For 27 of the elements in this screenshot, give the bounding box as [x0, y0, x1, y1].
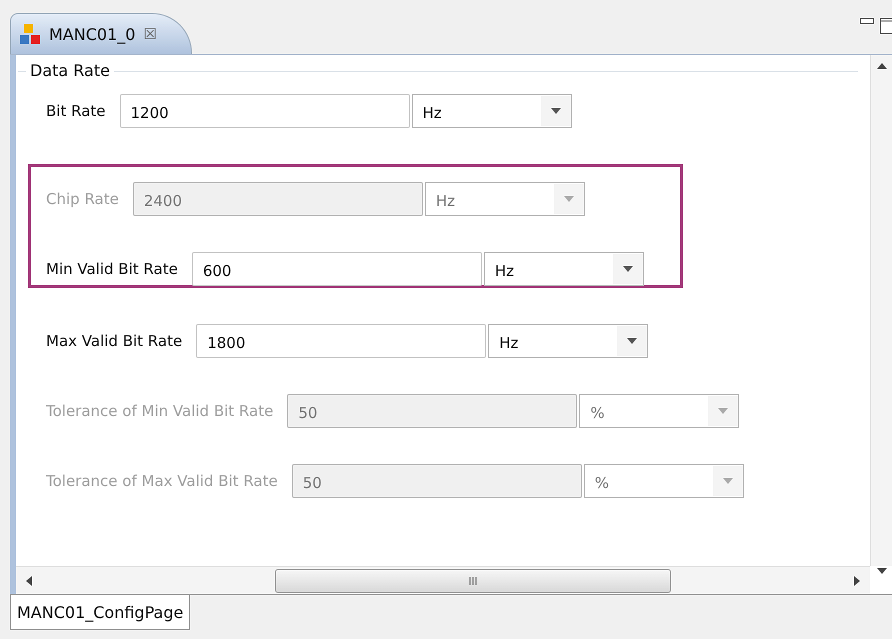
- scroll-up-icon[interactable]: [876, 63, 886, 69]
- editor-tab[interactable]: MANC01_0 ☒: [10, 13, 192, 54]
- tab-title: MANC01_0: [49, 24, 136, 44]
- maximize-icon[interactable]: [880, 18, 892, 34]
- scroll-down-icon[interactable]: [876, 568, 886, 574]
- field-label: Tolerance of Max Valid Bit Rate: [46, 472, 278, 490]
- value-field[interactable]: 1200: [120, 94, 410, 128]
- app-icon: [19, 23, 41, 45]
- unit-dropdown[interactable]: Hz: [488, 324, 648, 358]
- tab-close-button[interactable]: ☒: [143, 25, 157, 43]
- field-label: Max Valid Bit Rate: [46, 332, 182, 350]
- page-tab[interactable]: MANC01_ConfigPage: [10, 595, 190, 630]
- value-field[interactable]: 600: [192, 252, 482, 286]
- field-label: Chip Rate: [46, 190, 119, 208]
- dropdown-caret-icon[interactable]: [550, 108, 561, 114]
- unit-dropdown[interactable]: Hz: [484, 252, 644, 286]
- field-label: Bit Rate: [46, 102, 106, 120]
- scroll-right-icon[interactable]: [854, 576, 860, 586]
- value-field[interactable]: 1800: [196, 324, 486, 358]
- dropdown-caret-icon[interactable]: [627, 338, 638, 344]
- dropdown-caret-icon[interactable]: [622, 266, 633, 272]
- scrollbar-thumb[interactable]: [275, 568, 671, 592]
- field-label: Min Valid Bit Rate: [46, 260, 178, 278]
- scroll-left-icon[interactable]: [26, 576, 32, 586]
- unit-dropdown[interactable]: Hz: [412, 94, 572, 128]
- field-label: Tolerance of Min Valid Bit Rate: [46, 402, 274, 420]
- minimize-icon[interactable]: [860, 18, 874, 26]
